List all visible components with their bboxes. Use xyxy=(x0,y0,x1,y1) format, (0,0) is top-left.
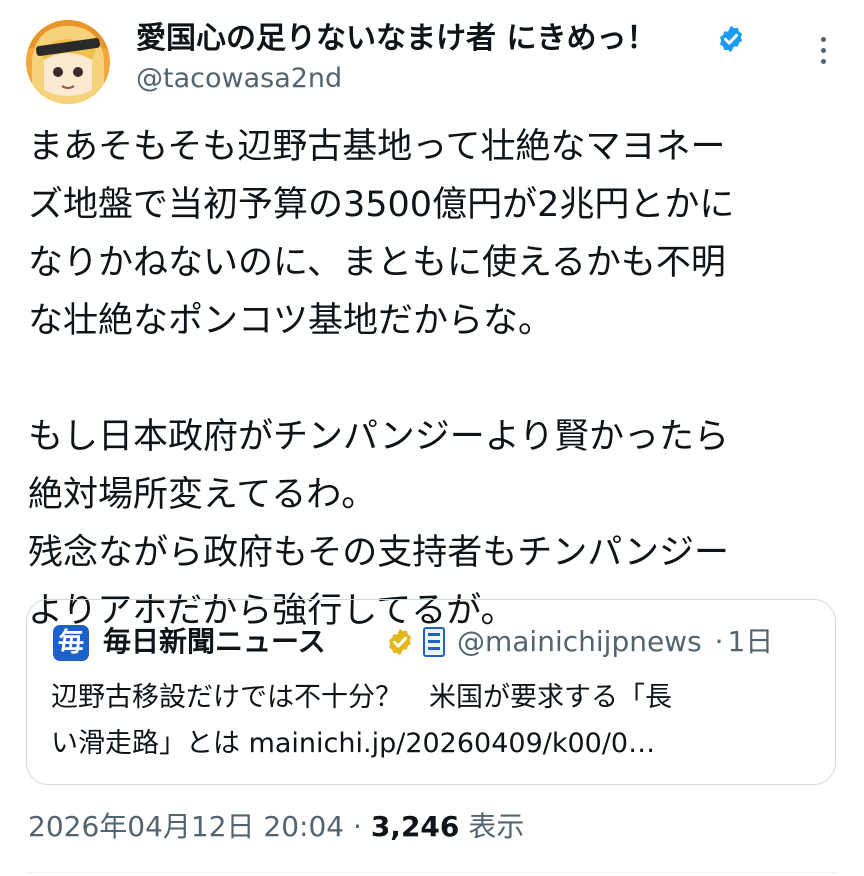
quote-text: 辺野古移設だけでは不十分？ 米国が要求する「長 い滑走路」とは mainichi… xyxy=(51,675,811,767)
more-dot xyxy=(820,37,826,42)
tweet-timestamp[interactable]: 2026年04月12日 20:04 xyxy=(28,810,344,843)
paragraph-break xyxy=(28,350,840,408)
author-handle[interactable]: @tacowasa2nd xyxy=(136,60,342,98)
more-options-icon[interactable] xyxy=(808,34,838,68)
gold-verified-badge-icon xyxy=(389,628,411,656)
tweet-line: 残念ながら政府もその支持者もチンパンジー xyxy=(28,533,730,573)
quote-separator: · xyxy=(714,625,724,658)
quote-time: 1日 xyxy=(727,625,774,658)
quote-avatar-logo: 毎 xyxy=(53,625,89,661)
verified-badge-icon xyxy=(720,25,742,53)
views-label: 表示 xyxy=(468,810,525,843)
avatar[interactable] xyxy=(26,20,110,104)
tweet-text: まあそもそも辺野古基地って壮絶なマヨネー ズ地盤で当初予算の3500億円が2兆円… xyxy=(28,118,840,640)
divider xyxy=(28,872,836,873)
more-dot xyxy=(820,59,826,64)
quote-handle: @mainichijpnews xyxy=(457,625,702,658)
quote-text-line: い滑走路」とは mainichi.jp/20260409/k00/0… xyxy=(51,728,656,759)
avatar-image xyxy=(26,20,110,104)
tweet-meta: 2026年04月12日 20:04 · 3,246 表示 xyxy=(28,806,524,848)
tweet-line: まあそもそも辺野古基地って壮絶なマヨネー xyxy=(28,127,726,167)
author-display-name[interactable]: 愛国心の足りないなまけ者 にきめっ！ xyxy=(136,18,656,60)
quote-meta: @mainichijpnews · 1日 xyxy=(457,622,773,662)
quoted-tweet-card[interactable]: 毎 毎日新聞ニュース @mainichijpnews · 1日 辺野古移設だけでは… xyxy=(26,599,836,785)
quote-display-name: 毎日新聞ニュース xyxy=(103,625,326,658)
tweet-line: ズ地盤で当初予算の3500億円が2兆円とかに xyxy=(28,185,735,225)
quote-text-line: 辺野古移設だけでは不十分？ 米国が要求する「長 xyxy=(51,682,672,713)
tweet-line: な壮絶なポンコツ基地だからな。 xyxy=(28,301,554,341)
views-count: 3,246 xyxy=(370,810,460,843)
more-dot xyxy=(820,48,826,53)
meta-separator: · xyxy=(353,810,362,843)
affiliate-org-icon xyxy=(423,627,445,657)
tweet-line: 絶対場所変えてるわ。 xyxy=(28,475,377,515)
tweet-line: もし日本政府がチンパンジーより賢かったら xyxy=(28,417,730,457)
tweet-line: なりかねないのに、まともに使えるかも不明 xyxy=(28,243,726,283)
